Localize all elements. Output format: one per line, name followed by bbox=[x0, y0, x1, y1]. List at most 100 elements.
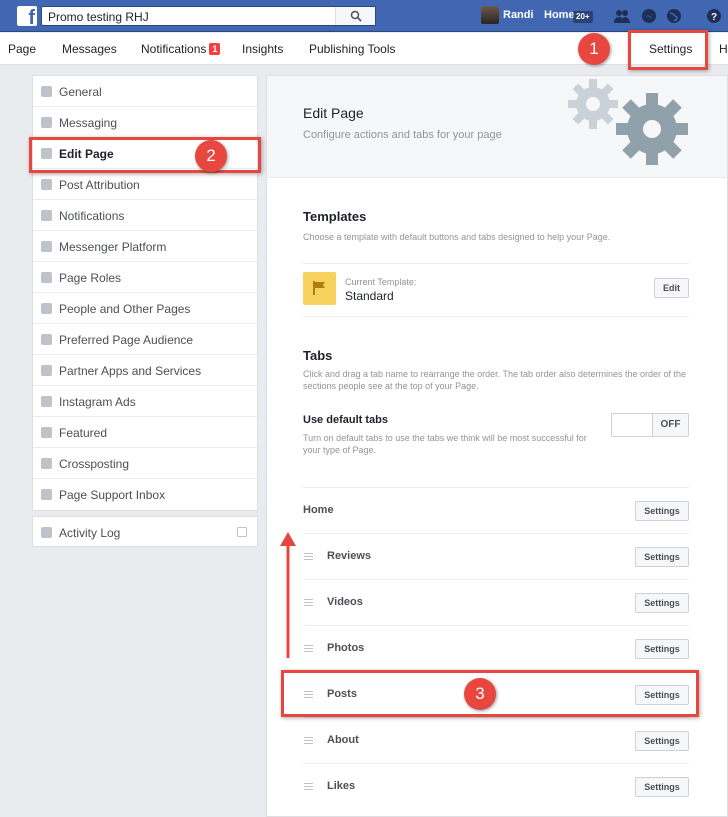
tab-settings-button[interactable]: Settings bbox=[635, 547, 689, 567]
drag-handle-icon[interactable] bbox=[304, 599, 313, 606]
tab-settings-button[interactable]: Settings bbox=[635, 593, 689, 613]
sidebar-item-instagram-ads[interactable]: Instagram Ads bbox=[33, 386, 257, 417]
star-icon bbox=[41, 427, 52, 438]
sidebar-item-label: Crossposting bbox=[59, 457, 130, 471]
sidebar-item-label: Featured bbox=[59, 426, 108, 440]
people-icon bbox=[41, 334, 52, 345]
top-navigation-bar: f Promo testing RHJ Randi Home 20+ ? bbox=[0, 0, 728, 32]
tab-settings-button[interactable]: Settings bbox=[635, 639, 689, 659]
default-tabs-toggle[interactable]: OFF bbox=[611, 413, 689, 437]
sidebar-item-crossposting[interactable]: Crossposting bbox=[33, 448, 257, 479]
use-default-tabs-description: Turn on default tabs to use the tabs we … bbox=[303, 433, 587, 455]
tab-name: Photos bbox=[327, 642, 365, 654]
activity-log-label: Activity Log bbox=[59, 526, 121, 540]
globe-icon bbox=[41, 210, 52, 221]
tab-settings-button[interactable]: Settings bbox=[635, 501, 689, 521]
sidebar-item-label: Page Support Inbox bbox=[59, 488, 166, 502]
tab-settings-button[interactable]: Settings bbox=[635, 777, 689, 797]
edit-template-button[interactable]: Edit bbox=[654, 278, 689, 298]
sidebar-item-label: Notifications bbox=[59, 209, 125, 223]
search-query[interactable]: Promo testing RHJ bbox=[48, 10, 149, 24]
nav-page[interactable]: Page bbox=[8, 42, 36, 56]
page-subtitle: Configure actions and tabs for your page bbox=[303, 129, 502, 141]
facebook-logo-icon[interactable]: f bbox=[17, 6, 37, 28]
search-input[interactable]: Promo testing RHJ bbox=[41, 6, 376, 26]
divider bbox=[303, 263, 689, 264]
nav-insights[interactable]: Insights bbox=[242, 42, 283, 56]
nav-notifications-label: Notifications bbox=[141, 42, 207, 56]
drag-up-arrow-annotation bbox=[280, 532, 296, 658]
drag-handle-icon[interactable] bbox=[304, 737, 313, 744]
avatar bbox=[481, 6, 499, 24]
user-name: Randi bbox=[503, 9, 534, 21]
sidebar-item-label: People and Other Pages bbox=[59, 302, 191, 316]
sidebar-item-people-and-other-pages[interactable]: People and Other Pages bbox=[33, 293, 257, 324]
list-icon bbox=[41, 527, 52, 538]
template-flag-icon bbox=[303, 272, 336, 305]
sidebar-item-messenger-platform[interactable]: Messenger Platform bbox=[33, 231, 257, 262]
activity-log-link[interactable]: Activity Log bbox=[32, 516, 258, 547]
sidebar-item-notifications[interactable]: Notifications bbox=[33, 200, 257, 231]
tabs-description: Click and drag a tab name to rearrange t… bbox=[303, 369, 687, 391]
help-icon[interactable]: ? bbox=[706, 8, 722, 24]
search-icon bbox=[350, 10, 362, 22]
open-arrow-icon bbox=[237, 527, 247, 537]
tab-name: Reviews bbox=[327, 550, 372, 562]
tab-name: Videos bbox=[327, 596, 363, 608]
sidebar-item-page-support-inbox[interactable]: Page Support Inbox bbox=[33, 479, 257, 510]
svg-text:?: ? bbox=[711, 12, 717, 23]
people-icon bbox=[41, 303, 52, 314]
tab-settings-button[interactable]: Settings bbox=[635, 731, 689, 751]
current-template-value: Standard bbox=[345, 289, 394, 303]
cube-icon bbox=[41, 365, 52, 376]
facebook-icon bbox=[41, 489, 52, 500]
sidebar-item-partner-apps-and-services[interactable]: Partner Apps and Services bbox=[33, 355, 257, 386]
sidebar-item-general[interactable]: General bbox=[33, 76, 257, 107]
templates-description: Choose a template with default buttons a… bbox=[303, 232, 611, 242]
sidebar-item-page-roles[interactable]: Page Roles bbox=[33, 262, 257, 293]
drag-handle-icon[interactable] bbox=[304, 783, 313, 790]
nav-messages[interactable]: Messages bbox=[62, 42, 117, 56]
tab-row-reviews[interactable]: Reviews Settings bbox=[303, 533, 689, 579]
sidebar-item-messaging[interactable]: Messaging bbox=[33, 107, 257, 138]
tabs-heading: Tabs bbox=[303, 348, 333, 363]
tab-row-home[interactable]: Home Settings bbox=[303, 487, 689, 533]
callout-number-1: 1 bbox=[578, 33, 610, 65]
nav-notifications[interactable]: Notifications 1 bbox=[141, 42, 221, 56]
current-template-label: Current Template: bbox=[345, 277, 417, 287]
friend-requests-icon[interactable] bbox=[614, 8, 630, 24]
sidebar-item-label: Preferred Page Audience bbox=[59, 333, 194, 347]
messenger-icon[interactable] bbox=[641, 8, 657, 24]
messenger-icon bbox=[41, 241, 52, 252]
tab-name: Home bbox=[303, 504, 334, 516]
flag-icon bbox=[41, 179, 52, 190]
sidebar-item-post-attribution[interactable]: Post Attribution bbox=[33, 169, 257, 200]
divider bbox=[303, 316, 689, 317]
search-button[interactable] bbox=[335, 7, 375, 25]
large-gear-icon bbox=[616, 93, 688, 165]
tab-row-about[interactable]: About Settings bbox=[303, 717, 689, 763]
nav-publishing-tools[interactable]: Publishing Tools bbox=[309, 42, 396, 56]
gear-icon bbox=[41, 86, 52, 97]
sidebar-item-label: General bbox=[59, 85, 102, 99]
tab-row-photos[interactable]: Photos Settings bbox=[303, 625, 689, 671]
person-icon bbox=[41, 272, 52, 283]
drag-handle-icon[interactable] bbox=[304, 645, 313, 652]
sidebar-item-featured[interactable]: Featured bbox=[33, 417, 257, 448]
page-title: Edit Page bbox=[303, 105, 364, 121]
settings-callout-box bbox=[628, 30, 708, 70]
sidebar-item-preferred-page-audience[interactable]: Preferred Page Audience bbox=[33, 324, 257, 355]
sidebar-item-label: Post Attribution bbox=[59, 178, 140, 192]
nav-help-cut[interactable]: H bbox=[719, 42, 728, 56]
globe-notifications-icon[interactable] bbox=[666, 8, 682, 24]
home-badge: 20+ bbox=[573, 11, 593, 23]
home-link[interactable]: Home bbox=[544, 9, 575, 21]
page-navigation-bar: Page Messages Notifications 1 Insights Pu… bbox=[0, 33, 728, 65]
sidebar-item-label: Partner Apps and Services bbox=[59, 364, 202, 378]
tab-row-videos[interactable]: Videos Settings bbox=[303, 579, 689, 625]
tab-name: About bbox=[327, 734, 359, 746]
drag-handle-icon[interactable] bbox=[304, 553, 313, 560]
tab-row-likes[interactable]: Likes Settings bbox=[303, 763, 689, 809]
templates-heading: Templates bbox=[303, 209, 367, 224]
sidebar-item-label: Messenger Platform bbox=[59, 240, 167, 254]
